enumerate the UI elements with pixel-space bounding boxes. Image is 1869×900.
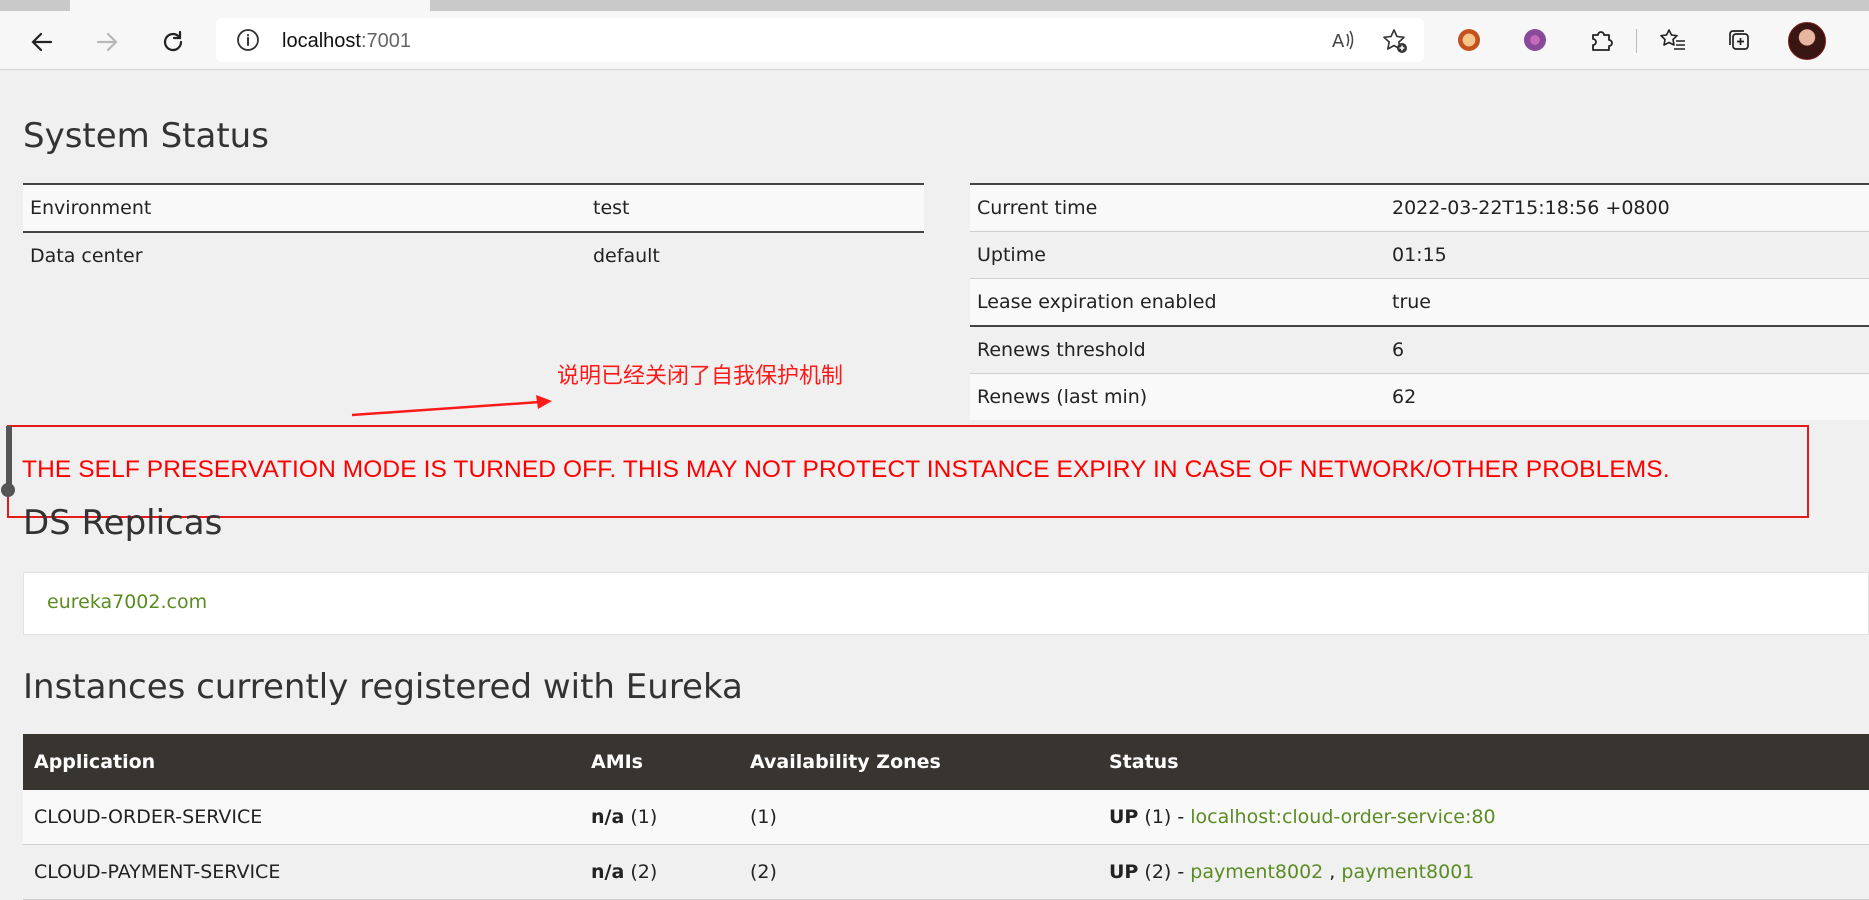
favorites-icon[interactable] xyxy=(1658,25,1688,55)
address-bar[interactable]: localhost:7001 A xyxy=(216,18,1424,62)
replica-link[interactable]: eureka7002.com xyxy=(47,591,207,613)
annotation-text: 说明已经关闭了自我保护机制 xyxy=(557,364,844,389)
table-row: Data center default xyxy=(23,231,924,279)
url-host: localhost xyxy=(282,30,361,52)
instances-title: Instances currently registered with Eure… xyxy=(23,667,743,707)
profile-avatar[interactable] xyxy=(1788,22,1826,60)
column-header[interactable]: Status xyxy=(1098,734,1869,790)
table-row: Uptime 01:15 xyxy=(970,231,1869,279)
status-up: UP xyxy=(1109,806,1139,828)
column-header[interactable]: Availability Zones xyxy=(739,734,1098,790)
instances-table: Application AMIs Availability Zones Stat… xyxy=(23,734,1869,900)
system-status-right-table: Current time 2022-03-22T15:18:56 +0800 U… xyxy=(970,183,1869,420)
table-header-row: Application AMIs Availability Zones Stat… xyxy=(23,734,1869,790)
back-icon[interactable] xyxy=(27,27,57,57)
forward-icon[interactable] xyxy=(92,27,122,57)
table-row: CLOUD-PAYMENT-SERVICE n/a (2) (2) UP (2)… xyxy=(23,844,1869,900)
active-tab[interactable] xyxy=(70,0,430,11)
status-label: Uptime xyxy=(970,231,1385,279)
annotation-arrow-icon xyxy=(351,395,552,417)
svg-text:A: A xyxy=(1332,31,1345,52)
table-row: Current time 2022-03-22T15:18:56 +0800 xyxy=(970,183,1869,232)
status-label: Renews (last min) xyxy=(970,373,1385,420)
column-header[interactable]: AMIs xyxy=(580,734,739,790)
status-value: 62 xyxy=(1385,373,1869,420)
ami-cell: n/a (1) xyxy=(580,790,739,845)
zones-cell: (2) xyxy=(739,844,1098,900)
url-port: :7001 xyxy=(360,30,411,52)
ami-value: n/a xyxy=(591,806,625,828)
table-row: Lease expiration enabled true xyxy=(970,278,1869,326)
status-label: Lease expiration enabled xyxy=(970,278,1385,326)
status-value: 6 xyxy=(1385,325,1869,374)
toolbar-divider xyxy=(1636,29,1637,53)
link-separator: , xyxy=(1323,861,1342,883)
collections-icon[interactable] xyxy=(1724,25,1754,55)
ds-replicas-panel: eureka7002.com xyxy=(23,572,1869,635)
status-value: test xyxy=(586,183,924,232)
status-label: Current time xyxy=(970,183,1385,232)
status-value: 01:15 xyxy=(1385,231,1869,279)
extension-icon[interactable] xyxy=(1454,25,1484,55)
status-label: Data center xyxy=(23,231,586,279)
table-row: Renews threshold 6 xyxy=(970,325,1869,374)
table-row: Environment test xyxy=(23,183,924,232)
status-value: true xyxy=(1385,278,1869,326)
status-count: (1) - xyxy=(1144,806,1185,828)
status-count: (2) - xyxy=(1144,861,1185,883)
status-label: Renews threshold xyxy=(970,325,1385,374)
extension-icon[interactable] xyxy=(1520,25,1550,55)
app-name: CLOUD-ORDER-SERVICE xyxy=(23,790,580,845)
info-icon[interactable] xyxy=(236,28,260,56)
status-cell: UP (1) - localhost:cloud-order-service:8… xyxy=(1098,790,1869,845)
column-header[interactable]: Application xyxy=(23,734,580,790)
url-text[interactable]: localhost:7001 xyxy=(282,30,411,53)
ami-value: n/a xyxy=(591,861,625,883)
refresh-icon[interactable] xyxy=(158,27,188,57)
status-cell: UP (2) - payment8002 , payment8001 xyxy=(1098,844,1869,900)
table-row: Renews (last min) 62 xyxy=(970,373,1869,420)
self-preservation-warning: THE SELF PRESERVATION MODE IS TURNED OFF… xyxy=(22,456,1670,483)
ami-count: (2) xyxy=(630,861,658,883)
read-aloud-icon[interactable]: A xyxy=(1331,28,1357,56)
system-status-left-table: Environment test Data center default xyxy=(23,183,924,279)
table-row: CLOUD-ORDER-SERVICE n/a (1) (1) UP (1) -… xyxy=(23,790,1869,845)
system-status-title: System Status xyxy=(23,116,269,156)
instance-link[interactable]: localhost:cloud-order-service:80 xyxy=(1190,806,1495,828)
ami-cell: n/a (2) xyxy=(580,844,739,900)
status-up: UP xyxy=(1109,861,1139,883)
instance-link[interactable]: payment8001 xyxy=(1341,861,1474,883)
tab-strip xyxy=(0,0,1869,11)
instance-link[interactable]: payment8002 xyxy=(1190,861,1323,883)
ds-replicas-title: DS Replicas xyxy=(23,503,223,543)
puzzle-icon[interactable] xyxy=(1586,25,1616,55)
eureka-dashboard: System Status Environment test Data cent… xyxy=(0,70,1869,900)
app-name: CLOUD-PAYMENT-SERVICE xyxy=(23,844,580,900)
browser-toolbar: localhost:7001 A xyxy=(0,11,1869,70)
status-label: Environment xyxy=(23,183,586,232)
zones-cell: (1) xyxy=(739,790,1098,845)
highlight-handle-dot xyxy=(1,483,15,497)
status-value: 2022-03-22T15:18:56 +0800 xyxy=(1385,183,1869,232)
add-favorite-icon[interactable] xyxy=(1382,28,1408,58)
status-value: default xyxy=(586,231,924,279)
ami-count: (1) xyxy=(630,806,658,828)
